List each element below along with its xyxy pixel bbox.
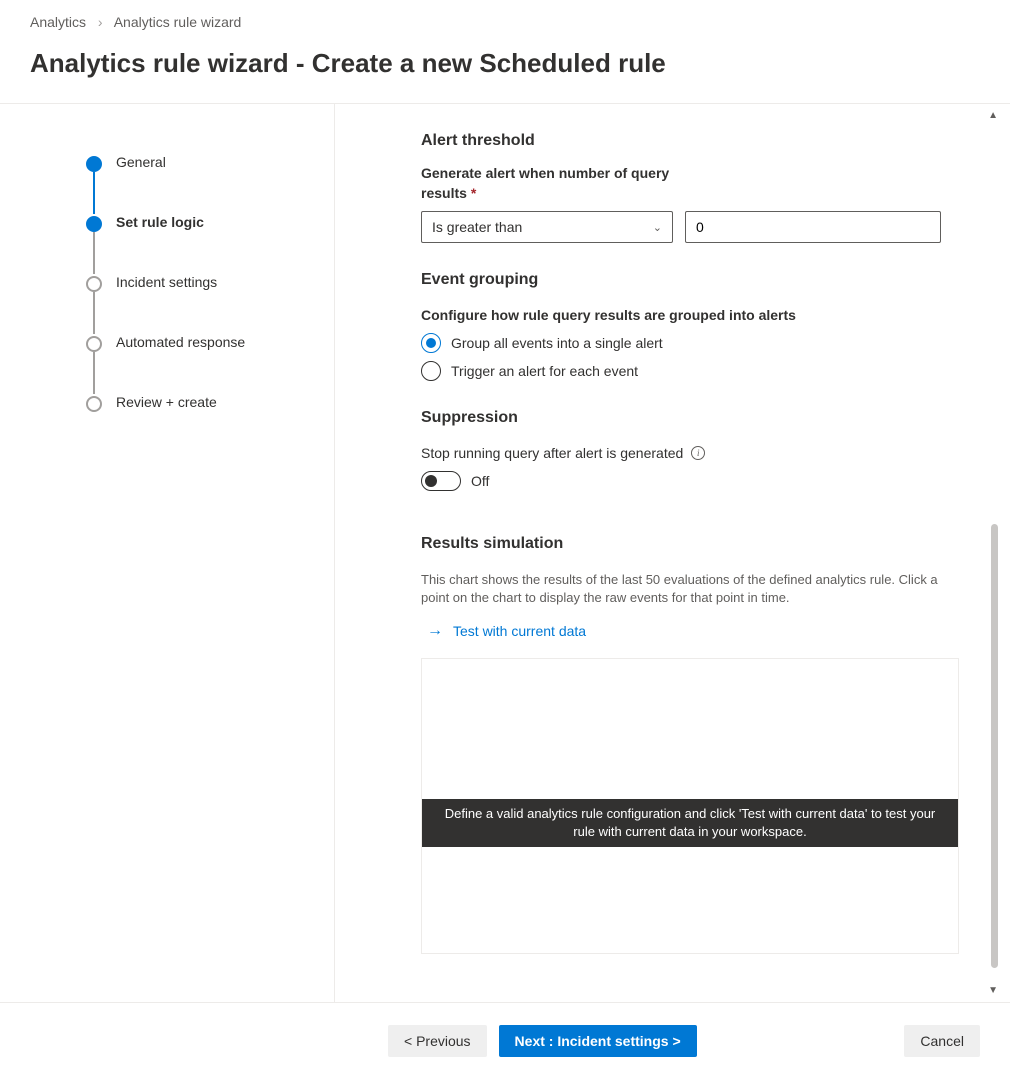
step-dot-icon: [86, 336, 102, 352]
wizard-steps: General Set rule logic Incident settings…: [0, 104, 335, 1002]
event-grouping-heading: Event grouping: [421, 271, 960, 289]
alert-threshold-label: Generate alert when number of query resu…: [421, 164, 671, 203]
results-chart-banner: Define a valid analytics rule configurat…: [422, 799, 958, 847]
step-incident-settings[interactable]: Incident settings: [86, 274, 334, 334]
toggle-state-label: Off: [471, 473, 489, 489]
results-simulation-desc: This chart shows the results of the last…: [421, 571, 941, 607]
main-panel: ▲ ▼ Alert threshold Generate alert when …: [335, 104, 1010, 1002]
alert-threshold-heading: Alert threshold: [421, 132, 960, 150]
step-review-create[interactable]: Review + create: [86, 394, 334, 410]
breadcrumb-root[interactable]: Analytics: [30, 14, 86, 30]
step-set-rule-logic[interactable]: Set rule logic: [86, 214, 334, 274]
step-dot-icon: [86, 396, 102, 412]
cancel-button[interactable]: Cancel: [904, 1025, 980, 1057]
chevron-right-icon: ›: [98, 14, 103, 30]
radio-icon: [421, 333, 441, 353]
threshold-value-input[interactable]: [685, 211, 941, 243]
step-automated-response[interactable]: Automated response: [86, 334, 334, 394]
scroll-down-icon[interactable]: ▼: [988, 985, 998, 996]
radio-group-all-events[interactable]: Group all events into a single alert: [421, 333, 960, 353]
scrollbar[interactable]: [991, 524, 998, 968]
test-with-current-data-link[interactable]: → Test with current data: [421, 622, 960, 640]
page-title: Analytics rule wizard - Create a new Sch…: [0, 30, 1010, 103]
step-dot-icon: [86, 216, 102, 232]
step-general[interactable]: General: [86, 154, 334, 214]
next-button[interactable]: Next : Incident settings >: [499, 1025, 697, 1057]
required-asterisk: *: [471, 185, 476, 201]
results-chart: Define a valid analytics rule configurat…: [421, 658, 959, 954]
results-simulation-heading: Results simulation: [421, 535, 960, 553]
previous-button[interactable]: < Previous: [388, 1025, 487, 1057]
breadcrumb-current: Analytics rule wizard: [114, 14, 242, 30]
toggle-knob-icon: [425, 475, 437, 487]
info-icon[interactable]: i: [691, 446, 705, 460]
suppression-heading: Suppression: [421, 409, 960, 427]
radio-trigger-each-event[interactable]: Trigger an alert for each event: [421, 361, 960, 381]
scroll-up-icon[interactable]: ▲: [988, 110, 998, 121]
radio-icon: [421, 361, 441, 381]
step-dot-icon: [86, 156, 102, 172]
arrow-right-icon: →: [427, 622, 443, 640]
chevron-down-icon: ⌄: [653, 221, 662, 234]
wizard-footer: < Previous Next : Incident settings > Ca…: [0, 1003, 1010, 1057]
suppression-toggle[interactable]: [421, 471, 461, 491]
suppression-label: Stop running query after alert is genera…: [421, 445, 683, 461]
breadcrumb: Analytics › Analytics rule wizard: [0, 0, 1010, 30]
step-dot-icon: [86, 276, 102, 292]
event-grouping-subtitle: Configure how rule query results are gro…: [421, 307, 960, 323]
operator-select[interactable]: Is greater than ⌄: [421, 211, 673, 243]
